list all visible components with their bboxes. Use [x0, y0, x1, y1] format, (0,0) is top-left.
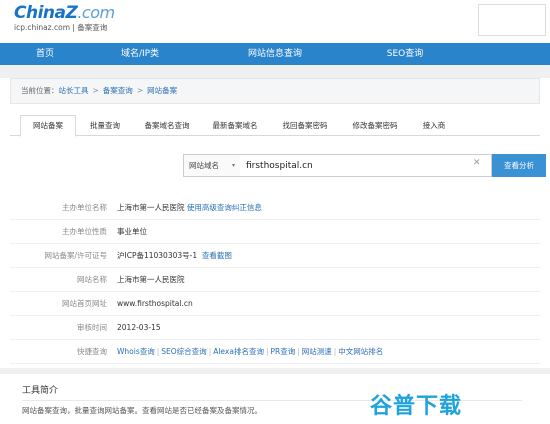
breadcrumb-item-site-beian[interactable]: 网站备案 [147, 86, 177, 95]
tab-latest-domains[interactable]: 最新备案域名 [206, 117, 264, 136]
breadcrumb-prefix: 当前位置： [21, 86, 59, 95]
view-analysis-button[interactable]: 查看分析 [492, 154, 546, 177]
nav-seo[interactable]: SEO查询 [360, 43, 450, 65]
breadcrumb-sep: > [92, 86, 99, 95]
advanced-query-link[interactable]: 使用高级查询纠正信息 [187, 203, 262, 212]
pr-link[interactable]: PR查询 [270, 347, 295, 356]
chevron-down-icon: ▾ [231, 162, 235, 169]
table-row: 审核时间 2012-03-15 [10, 316, 540, 340]
tab-recover-password[interactable]: 找回备案密码 [276, 117, 334, 136]
row-value: www.firsthospital.cn [117, 299, 193, 308]
table-row: 网站首页网址 www.firsthospital.cn [10, 292, 540, 316]
speedtest-link[interactable]: 网站测速 [302, 347, 332, 356]
row-key: 网站名称 [77, 275, 107, 284]
view-screenshot-link[interactable]: 查看截图 [202, 251, 232, 260]
row-key: 网站首页网址 [62, 299, 107, 308]
row-value: 沪ICP备11030303号-1 查看截图 [117, 251, 232, 260]
breadcrumb-item-tools[interactable]: 站长工具 [59, 86, 89, 95]
section-divider [0, 368, 550, 374]
tab-change-password[interactable]: 修改备案密码 [346, 117, 404, 136]
table-row: 网站名称 上海市第一人民医院 [10, 268, 540, 292]
watermark-logo: 谷普下载 [370, 394, 463, 419]
header-ad-box [478, 4, 546, 36]
nav-site-info[interactable]: 网站信息查询 [190, 43, 360, 65]
tool-intro-title: 工具简介 [22, 386, 59, 396]
cn-rank-link[interactable]: 中文网站排名 [338, 347, 383, 356]
nav-home[interactable]: 首页 [0, 43, 90, 65]
tool-intro-desc: 网站备案查询，批量查询网站备案。查看网站是否已经备案及备案情况。 [22, 406, 262, 415]
main-nav: 首页 域名/IP类 网站信息查询 SEO查询 [0, 43, 550, 65]
logo-subtitle: icp.chinaz.com | 备案查询 [14, 23, 108, 32]
seo-link[interactable]: SEO综合查询 [161, 347, 206, 356]
row-value: 2012-03-15 [117, 323, 161, 332]
table-row: 网站备案/许可证号 沪ICP备11030303号-1 查看截图 [10, 244, 540, 268]
query-type-label: 网站域名 [189, 161, 219, 170]
tab-domain-query[interactable]: 备案域名查询 [138, 117, 196, 136]
quick-links: Whois查询 | SEO综合查询 | Alexa排名查询 | PR查询 | 网站测速 | 中文网站… [117, 347, 384, 356]
chinaz-logo[interactable]: ChinaZ.com icp.chinaz.com | 备案查询 [14, 3, 115, 33]
row-value: 上海市第一人民医院 [117, 275, 185, 284]
row-key: 主办单位名称 [62, 203, 107, 212]
breadcrumb-sep: > [136, 86, 144, 95]
row-value: 事业单位 [117, 227, 147, 236]
tab-bar: 网站备案 批量查询 备案域名查询 最新备案域名 找回备案密码 修改备案密码 接入… [10, 112, 540, 137]
nav-domain-ip[interactable]: 域名/IP类 [90, 43, 190, 65]
row-key: 主办单位性质 [62, 227, 107, 236]
whois-link[interactable]: Whois查询 [117, 347, 155, 356]
alexa-link[interactable]: Alexa排名查询 [213, 347, 264, 356]
clear-icon[interactable]: ✕ [473, 158, 481, 168]
tab-access-provider[interactable]: 接入商 [414, 117, 454, 136]
spacer [0, 65, 550, 78]
query-type-select[interactable]: 网站域名 ▾ [183, 154, 241, 177]
table-row: 快捷查询 Whois查询 | SEO综合查询 | Alexa排名查询 | PR查询 | 网站测速… [10, 340, 540, 364]
tab-site-beian[interactable]: 网站备案 [20, 115, 76, 137]
breadcrumb: 当前位置：站长工具 > 备案查询 > 网站备案 [10, 78, 540, 104]
site-header: ChinaZ.com icp.chinaz.com | 备案查询 [0, 0, 550, 42]
logo-text: ChinaZ.com [14, 3, 115, 23]
row-key: 网站备案/许可证号 [44, 251, 107, 260]
tab-batch-query[interactable]: 批量查询 [84, 117, 126, 136]
breadcrumb-item-beian[interactable]: 备案查询 [103, 86, 133, 95]
row-key: 快捷查询 [77, 347, 107, 356]
domain-input[interactable] [240, 154, 492, 177]
table-row: 主办单位性质 事业单位 [10, 220, 540, 244]
beian-info-table: 主办单位名称 上海市第一人民医院 使用高级查询纠正信息 主办单位性质 事业单位 … [10, 196, 540, 364]
row-value: 上海市第一人民医院 使用高级查询纠正信息 [117, 203, 262, 212]
row-key: 审核时间 [77, 323, 107, 332]
table-row: 主办单位名称 上海市第一人民医院 使用高级查询纠正信息 [10, 196, 540, 220]
